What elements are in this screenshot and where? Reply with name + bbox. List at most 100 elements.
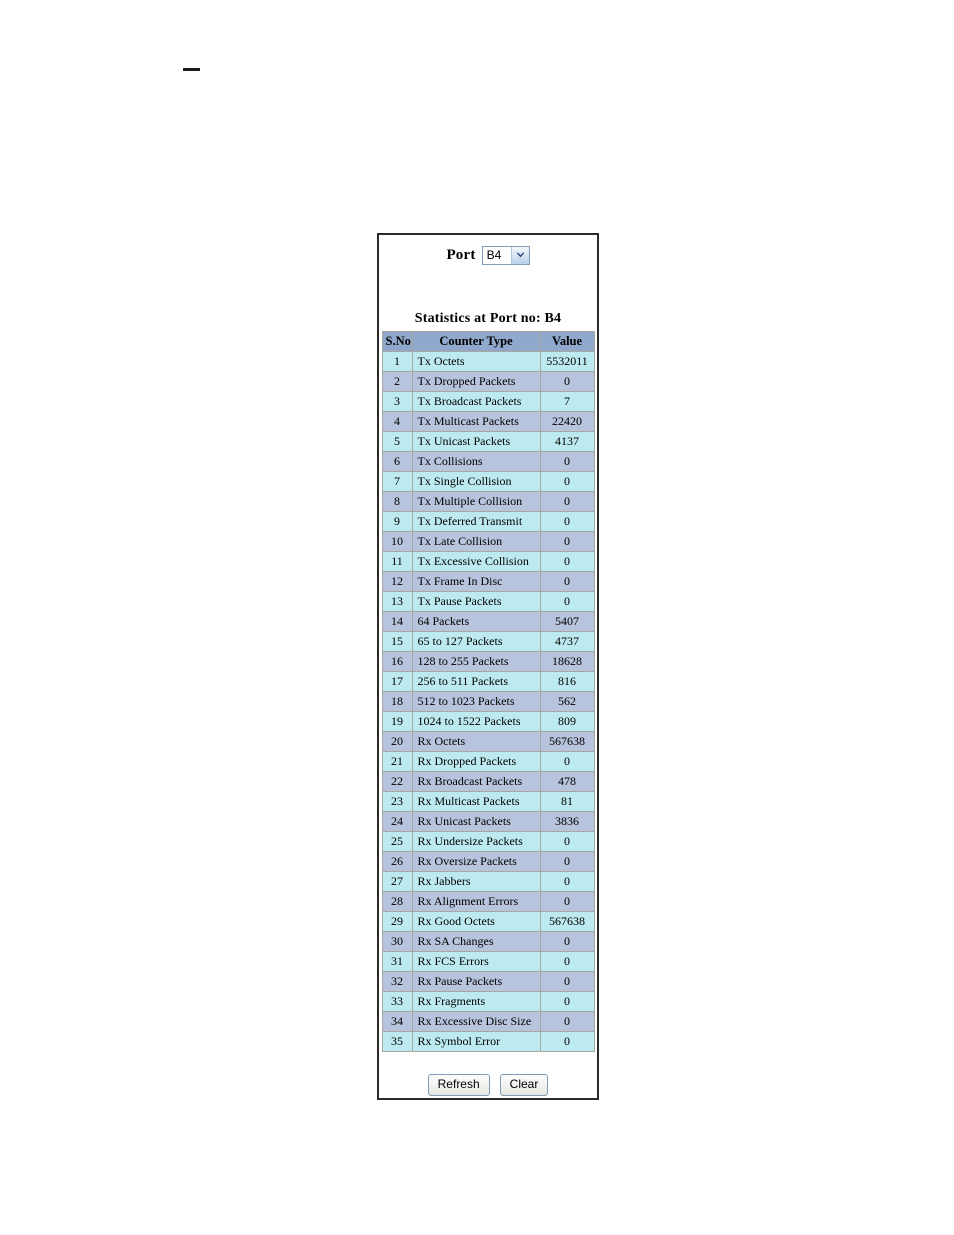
- port-select-value[interactable]: B4: [482, 246, 511, 264]
- cell-value: 0: [539, 851, 595, 872]
- table-row: 26 Rx Oversize Packets 0: [381, 851, 595, 872]
- table-row: 29 Rx Good Octets 567638: [381, 911, 595, 932]
- refresh-button[interactable]: Refresh: [427, 1074, 490, 1096]
- table-body: 1 Tx Octets 5532011 2 Tx Dropped Packets 0 3 Tx…: [381, 351, 595, 1052]
- cell-value: 4137: [539, 431, 595, 452]
- cell-value: 567638: [539, 731, 595, 752]
- table-row: 10 Tx Late Collision 0: [381, 531, 595, 552]
- table-row: 18 512 to 1023 Packets 562: [381, 691, 595, 712]
- cell-sno: 7: [381, 471, 413, 492]
- cell-value: 0: [539, 951, 595, 972]
- table-row: 2 Tx Dropped Packets 0: [381, 371, 595, 392]
- cell-counter-type: Tx Broadcast Packets: [411, 391, 541, 412]
- table-row: 13 Tx Pause Packets 0: [381, 591, 595, 612]
- cell-counter-type: Rx Pause Packets: [411, 971, 541, 992]
- table-row: 7 Tx Single Collision 0: [381, 471, 595, 492]
- cell-sno: 35: [381, 1031, 413, 1052]
- cell-value: 5407: [539, 611, 595, 632]
- cell-counter-type: Rx Unicast Packets: [411, 811, 541, 832]
- action-button-row: Refresh Clear: [379, 1074, 597, 1096]
- cell-value: 0: [539, 571, 595, 592]
- port-statistics-panel: Port B4 Statistics at Port no: B4 S.No C…: [377, 233, 599, 1100]
- cell-sno: 27: [381, 871, 413, 892]
- cell-sno: 26: [381, 851, 413, 872]
- cell-counter-type: Tx Octets: [411, 351, 541, 372]
- cell-value: 0: [539, 931, 595, 952]
- cell-value: 0: [539, 831, 595, 852]
- cell-counter-type: 64 Packets: [411, 611, 541, 632]
- cell-value: 562: [539, 691, 595, 712]
- cell-counter-type: Tx Dropped Packets: [411, 371, 541, 392]
- table-row: 1 Tx Octets 5532011: [381, 351, 595, 372]
- cell-sno: 3: [381, 391, 413, 412]
- cell-counter-type: Rx Symbol Error: [411, 1031, 541, 1052]
- table-header-row: S.No Counter Type Value: [381, 331, 595, 352]
- cell-counter-type: 1024 to 1522 Packets: [411, 711, 541, 732]
- cell-sno: 15: [381, 631, 413, 652]
- table-row: 8 Tx Multiple Collision 0: [381, 491, 595, 512]
- counter-statistics-table: S.No Counter Type Value 1 Tx Octets 553201…: [381, 331, 595, 1052]
- cell-value: 7: [539, 391, 595, 412]
- cell-sno: 23: [381, 791, 413, 812]
- cell-counter-type: Rx Oversize Packets: [411, 851, 541, 872]
- table-row: 24 Rx Unicast Packets 3836: [381, 811, 595, 832]
- table-row: 21 Rx Dropped Packets 0: [381, 751, 595, 772]
- cell-value: 0: [539, 531, 595, 552]
- table-row: 16 128 to 255 Packets 18628: [381, 651, 595, 672]
- cell-value: 816: [539, 671, 595, 692]
- cell-counter-type: Tx Single Collision: [411, 471, 541, 492]
- cell-counter-type: 512 to 1023 Packets: [411, 691, 541, 712]
- cell-counter-type: Tx Unicast Packets: [411, 431, 541, 452]
- table-row: 17 256 to 511 Packets 816: [381, 671, 595, 692]
- chevron-down-icon[interactable]: [510, 246, 529, 264]
- cell-counter-type: Rx Octets: [411, 731, 541, 752]
- cell-counter-type: Tx Frame In Disc: [411, 571, 541, 592]
- cell-value: 0: [539, 991, 595, 1012]
- dash-mark: [183, 68, 200, 71]
- cell-sno: 9: [381, 511, 413, 532]
- table-row: 32 Rx Pause Packets 0: [381, 971, 595, 992]
- cell-counter-type: Rx Excessive Disc Size: [411, 1011, 541, 1032]
- table-row: 20 Rx Octets 567638: [381, 731, 595, 752]
- cell-sno: 21: [381, 751, 413, 772]
- cell-sno: 10: [381, 531, 413, 552]
- port-selector-row: Port B4: [379, 235, 597, 271]
- cell-value: 81: [539, 791, 595, 812]
- cell-counter-type: Rx FCS Errors: [411, 951, 541, 972]
- cell-counter-type: Rx Alignment Errors: [411, 891, 541, 912]
- column-header-sno: S.No: [381, 331, 413, 352]
- port-select[interactable]: B4: [481, 245, 530, 265]
- column-header-type: Counter Type: [411, 331, 541, 352]
- cell-counter-type: Rx Fragments: [411, 991, 541, 1012]
- cell-counter-type: Tx Collisions: [411, 451, 541, 472]
- cell-sno: 31: [381, 951, 413, 972]
- table-row: 6 Tx Collisions 0: [381, 451, 595, 472]
- cell-value: 0: [539, 871, 595, 892]
- table-row: 12 Tx Frame In Disc 0: [381, 571, 595, 592]
- table-row: 31 Rx FCS Errors 0: [381, 951, 595, 972]
- cell-sno: 33: [381, 991, 413, 1012]
- cell-sno: 25: [381, 831, 413, 852]
- cell-counter-type: Tx Late Collision: [411, 531, 541, 552]
- table-row: 22 Rx Broadcast Packets 478: [381, 771, 595, 792]
- cell-value: 4737: [539, 631, 595, 652]
- cell-value: 0: [539, 751, 595, 772]
- table-row: 25 Rx Undersize Packets 0: [381, 831, 595, 852]
- table-row: 11 Tx Excessive Collision 0: [381, 551, 595, 572]
- cell-counter-type: Rx Broadcast Packets: [411, 771, 541, 792]
- table-row: 34 Rx Excessive Disc Size 0: [381, 1011, 595, 1032]
- table-row: 15 65 to 127 Packets 4737: [381, 631, 595, 652]
- cell-sno: 18: [381, 691, 413, 712]
- cell-value: 22420: [539, 411, 595, 432]
- cell-value: 18628: [539, 651, 595, 672]
- cell-counter-type: Tx Deferred Transmit: [411, 511, 541, 532]
- clear-button[interactable]: Clear: [499, 1074, 549, 1096]
- table-row: 28 Rx Alignment Errors 0: [381, 891, 595, 912]
- cell-counter-type: 65 to 127 Packets: [411, 631, 541, 652]
- cell-counter-type: Rx Undersize Packets: [411, 831, 541, 852]
- column-header-value: Value: [539, 331, 595, 352]
- cell-counter-type: Rx Dropped Packets: [411, 751, 541, 772]
- cell-sno: 14: [381, 611, 413, 632]
- port-label: Port: [446, 246, 476, 263]
- table-row: 27 Rx Jabbers 0: [381, 871, 595, 892]
